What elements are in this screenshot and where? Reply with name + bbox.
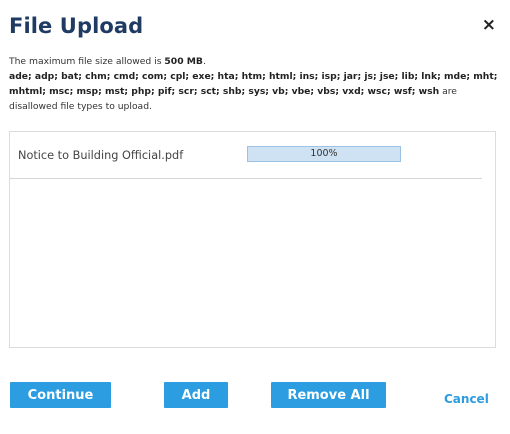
disallowed-types: ade; adp; bat; chm; cmd; com; cpl; exe; … [9, 71, 498, 97]
max-size-suffix: . [202, 56, 206, 67]
file-row: Notice to Building Official.pdf 100% [10, 132, 482, 179]
disallowed-types-line: ade; adp; bat; chm; cmd; com; cpl; exe; … [9, 71, 497, 112]
close-icon[interactable]: × [482, 15, 496, 35]
file-list: Notice to Building Official.pdf 100% [9, 131, 496, 348]
upload-info: The maximum file size allowed is 500 MB.… [9, 54, 501, 114]
file-upload-dialog: File Upload × The maximum file size allo… [0, 0, 510, 434]
max-size-line: The maximum file size allowed is 500 MB. [9, 54, 501, 69]
file-name: Notice to Building Official.pdf [18, 149, 184, 162]
upload-progress-bar: 100% [247, 146, 401, 162]
upload-progress-label: 100% [310, 148, 338, 159]
continue-button[interactable]: Continue [10, 382, 111, 408]
max-size-value: 500 MB [164, 56, 203, 67]
max-size-prefix: The maximum file size allowed is [9, 56, 165, 67]
remove-all-button[interactable]: Remove All [271, 382, 386, 408]
add-button[interactable]: Add [164, 382, 228, 408]
cancel-link[interactable]: Cancel [444, 392, 489, 406]
dialog-title: File Upload [9, 14, 144, 38]
